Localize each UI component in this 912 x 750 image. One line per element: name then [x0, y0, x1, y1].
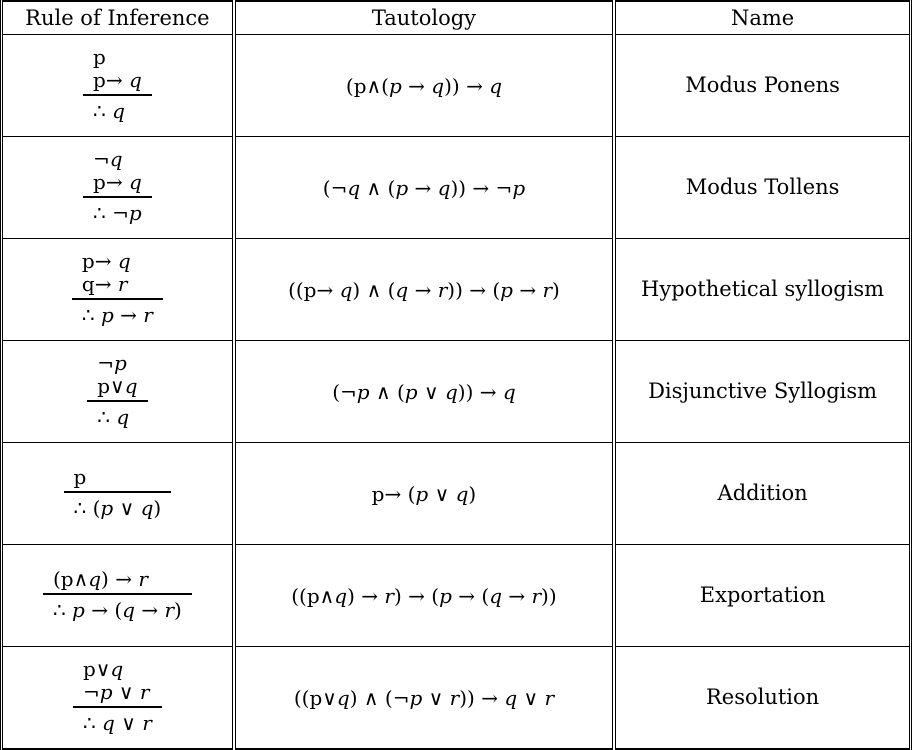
inference-figure: (p∧q) → r ∴ p → (q → r) [42, 566, 192, 624]
tautology-cell: ((p→ q) ∧ (q → r)) → (p → r) [233, 238, 617, 341]
premise: ¬q [93, 147, 123, 171]
inference-figure: p ∴ (p ∨ q) [63, 464, 172, 522]
premise: ¬p ∨ r [82, 680, 150, 704]
conclusion: ∴ q [93, 99, 125, 123]
tautology-cell: p→ (p ∨ q) [233, 442, 617, 545]
rule-name: Exportation [699, 582, 826, 607]
premise: p∨q [97, 374, 138, 398]
premises-group: ¬q p→ q [83, 148, 152, 198]
tautology-formula: (p∧(p → q)) → q [345, 73, 502, 98]
rule-name: Modus Tollens [685, 174, 840, 199]
rule-name-cell: Resolution [614, 646, 911, 750]
rule-name-cell: Modus Ponens [614, 34, 911, 137]
rules-of-inference-table: Rule of Inference Tautology Name p p→ q ∴ … [0, 0, 912, 750]
table-row: p p→ q ∴ q (p∧(p → q)) → q Modus Ponens [1, 34, 911, 137]
inference-figure: p∨q ¬p ∨ r ∴ q ∨ r [72, 657, 162, 737]
table-row: (p∧q) → r ∴ p → (q → r) ((p∧q) → r) → (p →… [1, 544, 911, 647]
rule-name: Disjunctive Syllogism [648, 378, 878, 403]
premises-group: (p∧q) → r [42, 566, 192, 595]
rule-of-inference-cell: ¬q p→ q ∴ ¬p [1, 136, 236, 239]
inference-figure: p p→ q ∴ q [83, 46, 152, 125]
conclusion: ∴ q [97, 405, 130, 429]
premise: p→ q [93, 68, 142, 92]
premises-group: ¬p p∨q [87, 351, 148, 402]
conclusion: ∴ p → (q → r) [52, 597, 182, 622]
rule-name-cell: Hypothetical syllogism [614, 238, 911, 341]
tautology-formula: (¬p ∧ (p ∨ q)) → q [332, 379, 516, 404]
premise: p→ q [93, 170, 142, 194]
tautology-formula: ((p∨q) ∧ (¬p ∨ r)) → q ∨ r [293, 685, 555, 710]
column-header-tautology: Tautology [233, 1, 617, 35]
header-row: Rule of Inference Tautology Name [1, 1, 911, 35]
table-row: p ∴ (p ∨ q) p→ (p ∨ q) Addition [1, 442, 911, 545]
conclusion: ∴ ¬p [93, 201, 142, 225]
table-row: ¬p p∨q ∴ q (¬p ∧ (p ∨ q)) → q Disjunctive Sy… [1, 340, 911, 443]
premise: (p∧q) → r [52, 566, 148, 591]
rule-name: Resolution [705, 684, 820, 709]
tautology-formula: (¬q ∧ (p → q)) → ¬p [322, 175, 526, 200]
premise: p [93, 45, 106, 69]
premise: p [73, 464, 87, 489]
premise: q→ r [81, 272, 128, 296]
rule-name-cell: Addition [614, 442, 911, 545]
rule-of-inference-cell: p p→ q ∴ q [1, 34, 236, 137]
rule-name-cell: Exportation [614, 544, 911, 647]
table-row: ¬q p→ q ∴ ¬p (¬q ∧ (p → q)) → ¬p Modus Tolle… [1, 136, 911, 239]
rule-of-inference-cell: (p∧q) → r ∴ p → (q → r) [1, 544, 236, 647]
premises-group: p→ q q→ r [71, 249, 163, 300]
rule-name-cell: Disjunctive Syllogism [614, 340, 911, 443]
rule-name: Hypothetical syllogism [641, 276, 885, 301]
tautology-formula: p→ (p ∨ q) [371, 481, 477, 506]
tautology-cell: ((p∧q) → r) → (p → (q → r)) [233, 544, 617, 647]
conclusion: ∴ p → r [81, 303, 153, 327]
conclusion: ∴ q ∨ r [82, 711, 152, 735]
tautology-cell: (p∧(p → q)) → q [233, 34, 617, 137]
premises-group: p∨q ¬p ∨ r [72, 657, 162, 708]
tautology-formula: ((p∧q) → r) → (p → (q → r)) [291, 583, 557, 608]
conclusion: ∴ (p ∨ q) [73, 495, 162, 520]
tautology-formula: ((p→ q) ∧ (q → r)) → (p → r) [288, 277, 560, 302]
premises-group: p p→ q [83, 46, 152, 96]
premise: p∨q [82, 657, 124, 681]
inference-figure: ¬p p∨q ∴ q [87, 351, 148, 431]
premises-group: p [63, 464, 172, 493]
inference-figure: ¬q p→ q ∴ ¬p [83, 148, 152, 227]
rule-of-inference-cell: ¬p p∨q ∴ q [1, 340, 236, 443]
rule-name: Modus Ponens [685, 72, 840, 97]
rule-name: Addition [717, 480, 808, 505]
table-header: Rule of Inference Tautology Name [1, 1, 911, 35]
table-row: p→ q q→ r ∴ p → r ((p→ q) ∧ (q → r)) → (p →… [1, 238, 911, 341]
premise: p→ q [81, 249, 131, 273]
rule-of-inference-cell: p∨q ¬p ∨ r ∴ q ∨ r [1, 646, 236, 750]
rule-of-inference-cell: p→ q q→ r ∴ p → r [1, 238, 236, 341]
inference-figure: p→ q q→ r ∴ p → r [71, 249, 163, 329]
tautology-cell: ((p∨q) ∧ (¬p ∨ r)) → q ∨ r [233, 646, 617, 750]
table-body: p p→ q ∴ q (p∧(p → q)) → q Modus Ponens ¬q p→ … [1, 34, 911, 750]
column-header-name: Name [614, 1, 911, 35]
tautology-cell: (¬q ∧ (p → q)) → ¬p [233, 136, 617, 239]
column-header-rule-of-inference: Rule of Inference [1, 1, 236, 35]
premise: ¬p [97, 351, 127, 375]
table-row: p∨q ¬p ∨ r ∴ q ∨ r ((p∨q) ∧ (¬p ∨ r)) → q ∨… [1, 646, 911, 750]
rule-name-cell: Modus Tollens [614, 136, 911, 239]
rule-of-inference-cell: p ∴ (p ∨ q) [1, 442, 236, 545]
tautology-cell: (¬p ∧ (p ∨ q)) → q [233, 340, 617, 443]
